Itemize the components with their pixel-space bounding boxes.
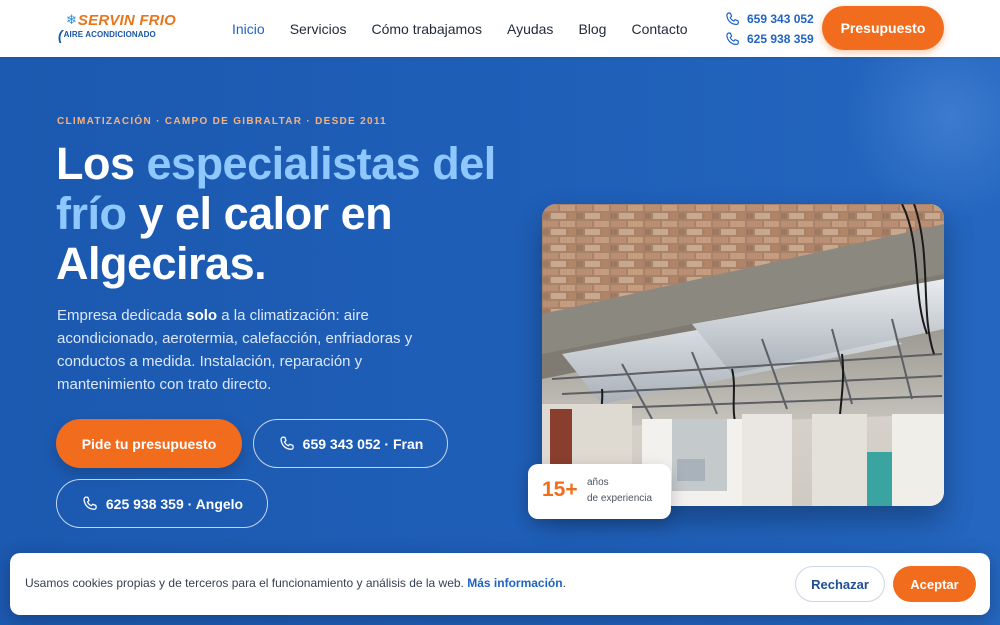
hero-lead: Empresa dedicada solo a la climatización… <box>57 307 413 393</box>
experience-years: 15+ <box>542 478 578 501</box>
phone-icon <box>280 435 294 450</box>
experience-label-1: años <box>587 477 609 488</box>
header-phone-1[interactable]: 659 343 052 <box>724 9 814 29</box>
cookie-message: Usamos cookies propias y de terceros par… <box>25 576 566 590</box>
call-fran-label: 659 343 052 · Fran <box>302 435 424 452</box>
hero-headline: Los especialistas del frío y el calor en… <box>56 138 496 289</box>
header-phone-2[interactable]: 625 938 359 <box>724 29 814 49</box>
hero-photo <box>542 204 944 506</box>
nav-item-como-trabajamos[interactable]: Cómo trabajamos <box>371 21 482 37</box>
header-phones: 659 343 052 625 938 359 <box>724 9 814 49</box>
nav-item-servicios[interactable]: Servicios <box>290 21 347 37</box>
call-angelo-button[interactable]: 625 938 359 · Angelo <box>56 479 268 528</box>
cookie-banner: Usamos cookies propias y de terceros par… <box>10 553 990 615</box>
header-phone-number: 625 938 359 <box>747 32 814 46</box>
cookie-accept-button[interactable]: Aceptar <box>893 566 976 602</box>
logo[interactable]: ❄ SERVIN FRIO ( AIRE ACONDICIONADO <box>58 13 180 45</box>
header-phone-number: 659 343 052 <box>747 12 814 26</box>
main-nav: Inicio Servicios Cómo trabajamos Ayudas … <box>232 0 713 57</box>
ductwork-installation-image <box>542 204 944 506</box>
hero-glow <box>840 57 1000 217</box>
call-fran-button[interactable]: 659 343 052 · Fran <box>253 419 448 468</box>
cookie-more-info-link[interactable]: Más información <box>467 576 562 590</box>
phone-icon <box>83 495 97 510</box>
nav-item-blog[interactable]: Blog <box>578 21 606 37</box>
hero-eyebrow: CLIMATIZACIÓN · CAMPO DE GIBRALTAR · DES… <box>57 116 388 127</box>
experience-label-2: de experiencia <box>587 493 653 504</box>
lead-emphasis: solo <box>186 307 218 324</box>
nav-item-ayudas[interactable]: Ayudas <box>507 21 553 37</box>
phone-icon <box>726 31 739 45</box>
request-quote-button[interactable]: Pide tu presupuesto <box>56 419 242 468</box>
nav-item-inicio[interactable]: Inicio <box>232 21 265 37</box>
nav-item-contacto[interactable]: Contacto <box>631 21 687 37</box>
presupuesto-button[interactable]: Presupuesto <box>822 6 944 50</box>
cookie-reject-button[interactable]: Rechazar <box>795 566 885 602</box>
snowflake-icon: ❄ <box>66 13 77 28</box>
experience-badge: 15+ años de experiencia <box>528 464 671 519</box>
site-header: ❄ SERVIN FRIO ( AIRE ACONDICIONADO Inici… <box>0 0 1000 57</box>
phone-icon <box>726 11 739 25</box>
logo-swoosh-icon: ( <box>58 27 63 43</box>
logo-name: SERVIN FRIO <box>77 12 176 29</box>
logo-tagline: AIRE ACONDICIONADO <box>63 30 156 39</box>
call-angelo-label: 625 938 359 · Angelo <box>105 495 244 512</box>
hero-section: CLIMATIZACIÓN · CAMPO DE GIBRALTAR · DES… <box>0 57 1000 625</box>
